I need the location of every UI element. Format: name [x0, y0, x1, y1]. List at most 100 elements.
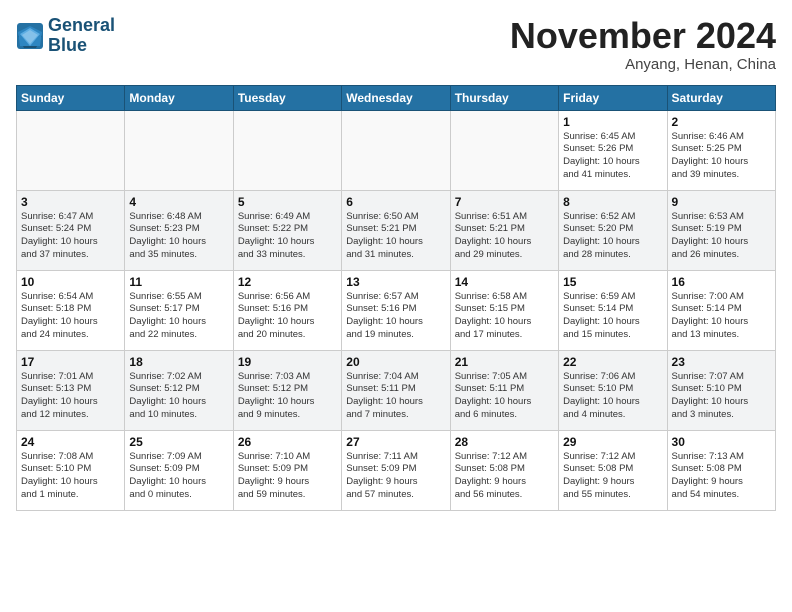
weekday-header: Monday	[125, 85, 233, 110]
calendar-cell: 30 Sunrise: 7:13 AM Sunset: 5:08 PM Dayli…	[667, 430, 775, 510]
day-info: Sunrise: 6:47 AM Sunset: 5:24 PM Dayligh…	[21, 211, 120, 262]
day-number: 13	[346, 275, 445, 289]
day-info: Sunrise: 6:45 AM Sunset: 5:26 PM Dayligh…	[563, 131, 662, 182]
calendar-cell: 29 Sunrise: 7:12 AM Sunset: 5:08 PM Dayli…	[559, 430, 667, 510]
day-number: 9	[672, 195, 771, 209]
calendar-cell: 15 Sunrise: 6:59 AM Sunset: 5:14 PM Dayli…	[559, 270, 667, 350]
calendar-cell: 20 Sunrise: 7:04 AM Sunset: 5:11 PM Dayli…	[342, 350, 450, 430]
day-number: 14	[455, 275, 554, 289]
calendar-cell: 10 Sunrise: 6:54 AM Sunset: 5:18 PM Dayli…	[17, 270, 125, 350]
day-number: 18	[129, 355, 228, 369]
calendar-cell: 2 Sunrise: 6:46 AM Sunset: 5:25 PM Daylig…	[667, 110, 775, 190]
day-number: 15	[563, 275, 662, 289]
weekday-header: Sunday	[17, 85, 125, 110]
day-number: 28	[455, 435, 554, 449]
day-info: Sunrise: 7:13 AM Sunset: 5:08 PM Dayligh…	[672, 451, 771, 502]
day-info: Sunrise: 6:52 AM Sunset: 5:20 PM Dayligh…	[563, 211, 662, 262]
weekday-header: Tuesday	[233, 85, 341, 110]
day-number: 17	[21, 355, 120, 369]
day-info: Sunrise: 7:09 AM Sunset: 5:09 PM Dayligh…	[129, 451, 228, 502]
calendar-cell: 5 Sunrise: 6:49 AM Sunset: 5:22 PM Daylig…	[233, 190, 341, 270]
weekday-header: Friday	[559, 85, 667, 110]
calendar-cell: 28 Sunrise: 7:12 AM Sunset: 5:08 PM Dayli…	[450, 430, 558, 510]
page-header: General Blue November 2024 Anyang, Henan…	[16, 16, 776, 73]
day-info: Sunrise: 6:50 AM Sunset: 5:21 PM Dayligh…	[346, 211, 445, 262]
day-info: Sunrise: 7:06 AM Sunset: 5:10 PM Dayligh…	[563, 371, 662, 422]
day-number: 5	[238, 195, 337, 209]
day-info: Sunrise: 7:10 AM Sunset: 5:09 PM Dayligh…	[238, 451, 337, 502]
day-info: Sunrise: 7:11 AM Sunset: 5:09 PM Dayligh…	[346, 451, 445, 502]
calendar-cell: 7 Sunrise: 6:51 AM Sunset: 5:21 PM Daylig…	[450, 190, 558, 270]
day-number: 24	[21, 435, 120, 449]
calendar-cell: 13 Sunrise: 6:57 AM Sunset: 5:16 PM Dayli…	[342, 270, 450, 350]
day-info: Sunrise: 7:08 AM Sunset: 5:10 PM Dayligh…	[21, 451, 120, 502]
day-number: 29	[563, 435, 662, 449]
day-number: 8	[563, 195, 662, 209]
day-info: Sunrise: 7:07 AM Sunset: 5:10 PM Dayligh…	[672, 371, 771, 422]
day-info: Sunrise: 6:51 AM Sunset: 5:21 PM Dayligh…	[455, 211, 554, 262]
calendar-cell: 23 Sunrise: 7:07 AM Sunset: 5:10 PM Dayli…	[667, 350, 775, 430]
day-info: Sunrise: 6:57 AM Sunset: 5:16 PM Dayligh…	[346, 291, 445, 342]
day-info: Sunrise: 7:03 AM Sunset: 5:12 PM Dayligh…	[238, 371, 337, 422]
calendar-cell: 19 Sunrise: 7:03 AM Sunset: 5:12 PM Dayli…	[233, 350, 341, 430]
calendar-cell: 17 Sunrise: 7:01 AM Sunset: 5:13 PM Dayli…	[17, 350, 125, 430]
calendar-cell: 8 Sunrise: 6:52 AM Sunset: 5:20 PM Daylig…	[559, 190, 667, 270]
day-number: 30	[672, 435, 771, 449]
calendar-cell: 18 Sunrise: 7:02 AM Sunset: 5:12 PM Dayli…	[125, 350, 233, 430]
calendar-cell: 21 Sunrise: 7:05 AM Sunset: 5:11 PM Dayli…	[450, 350, 558, 430]
calendar-cell: 22 Sunrise: 7:06 AM Sunset: 5:10 PM Dayli…	[559, 350, 667, 430]
day-info: Sunrise: 6:56 AM Sunset: 5:16 PM Dayligh…	[238, 291, 337, 342]
day-number: 26	[238, 435, 337, 449]
day-info: Sunrise: 6:59 AM Sunset: 5:14 PM Dayligh…	[563, 291, 662, 342]
weekday-header: Saturday	[667, 85, 775, 110]
day-info: Sunrise: 6:54 AM Sunset: 5:18 PM Dayligh…	[21, 291, 120, 342]
day-number: 19	[238, 355, 337, 369]
day-number: 3	[21, 195, 120, 209]
day-info: Sunrise: 6:49 AM Sunset: 5:22 PM Dayligh…	[238, 211, 337, 262]
weekday-header: Thursday	[450, 85, 558, 110]
day-info: Sunrise: 7:01 AM Sunset: 5:13 PM Dayligh…	[21, 371, 120, 422]
day-number: 27	[346, 435, 445, 449]
calendar-cell	[233, 110, 341, 190]
day-info: Sunrise: 6:53 AM Sunset: 5:19 PM Dayligh…	[672, 211, 771, 262]
day-info: Sunrise: 6:46 AM Sunset: 5:25 PM Dayligh…	[672, 131, 771, 182]
calendar-cell: 26 Sunrise: 7:10 AM Sunset: 5:09 PM Dayli…	[233, 430, 341, 510]
day-number: 2	[672, 115, 771, 129]
day-number: 7	[455, 195, 554, 209]
calendar-cell: 24 Sunrise: 7:08 AM Sunset: 5:10 PM Dayli…	[17, 430, 125, 510]
day-number: 4	[129, 195, 228, 209]
calendar-cell: 11 Sunrise: 6:55 AM Sunset: 5:17 PM Dayli…	[125, 270, 233, 350]
day-number: 22	[563, 355, 662, 369]
day-number: 1	[563, 115, 662, 129]
calendar-cell	[17, 110, 125, 190]
day-number: 10	[21, 275, 120, 289]
location: Anyang, Henan, China	[510, 56, 776, 73]
day-info: Sunrise: 7:05 AM Sunset: 5:11 PM Dayligh…	[455, 371, 554, 422]
calendar-cell	[125, 110, 233, 190]
calendar-cell: 9 Sunrise: 6:53 AM Sunset: 5:19 PM Daylig…	[667, 190, 775, 270]
logo-text: General Blue	[48, 16, 115, 56]
day-info: Sunrise: 7:12 AM Sunset: 5:08 PM Dayligh…	[455, 451, 554, 502]
day-number: 21	[455, 355, 554, 369]
calendar-cell: 6 Sunrise: 6:50 AM Sunset: 5:21 PM Daylig…	[342, 190, 450, 270]
calendar-cell: 14 Sunrise: 6:58 AM Sunset: 5:15 PM Dayli…	[450, 270, 558, 350]
day-info: Sunrise: 7:00 AM Sunset: 5:14 PM Dayligh…	[672, 291, 771, 342]
day-info: Sunrise: 7:12 AM Sunset: 5:08 PM Dayligh…	[563, 451, 662, 502]
calendar-cell	[342, 110, 450, 190]
logo-icon	[16, 22, 44, 50]
day-info: Sunrise: 6:55 AM Sunset: 5:17 PM Dayligh…	[129, 291, 228, 342]
title-block: November 2024 Anyang, Henan, China	[510, 16, 776, 73]
month-title: November 2024	[510, 16, 776, 56]
day-number: 11	[129, 275, 228, 289]
day-info: Sunrise: 7:04 AM Sunset: 5:11 PM Dayligh…	[346, 371, 445, 422]
calendar-cell: 16Sunrise: 7:00 AM Sunset: 5:14 PM Dayli…	[667, 270, 775, 350]
calendar-cell	[450, 110, 558, 190]
calendar-cell: 27 Sunrise: 7:11 AM Sunset: 5:09 PM Dayli…	[342, 430, 450, 510]
day-info: Sunrise: 7:02 AM Sunset: 5:12 PM Dayligh…	[129, 371, 228, 422]
day-number: 23	[672, 355, 771, 369]
day-number: 20	[346, 355, 445, 369]
logo: General Blue	[16, 16, 115, 56]
calendar-cell: 4Sunrise: 6:48 AM Sunset: 5:23 PM Daylig…	[125, 190, 233, 270]
day-number: 6	[346, 195, 445, 209]
day-info: Sunrise: 6:58 AM Sunset: 5:15 PM Dayligh…	[455, 291, 554, 342]
